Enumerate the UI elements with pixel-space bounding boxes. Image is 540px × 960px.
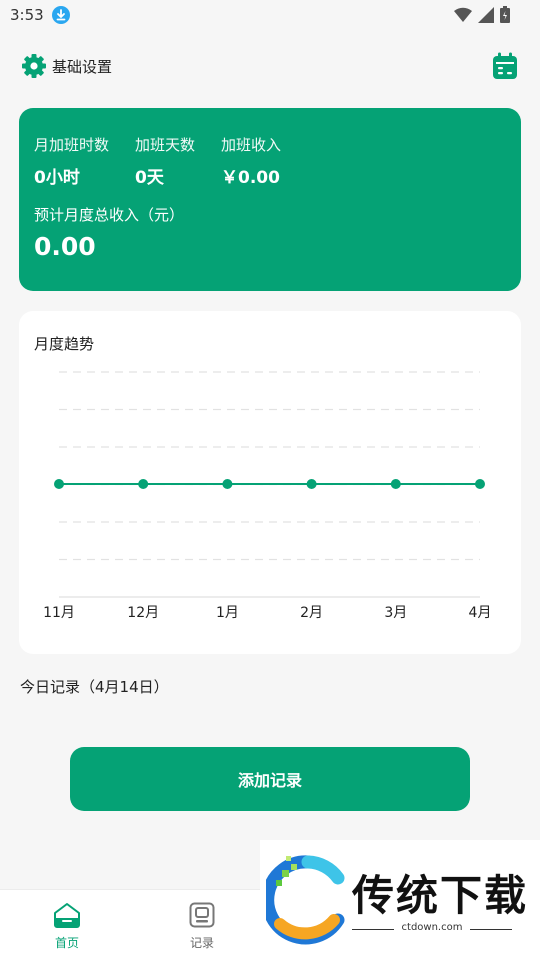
signal-icon — [478, 6, 494, 23]
monthly-total-value: 0.00 — [34, 232, 96, 261]
overtime-hours-label: 月加班时数 — [34, 136, 110, 154]
download-notification-icon — [51, 6, 70, 24]
nav-item-home[interactable]: 首页 — [37, 902, 97, 951]
gear-icon — [22, 54, 46, 78]
monthly-total-label: 预计月度总收入（元） — [34, 206, 185, 224]
chart-x-tick-label: 4月 — [469, 605, 492, 621]
record-icon — [189, 902, 215, 928]
overtime-days-value: 0天 — [135, 168, 164, 188]
watermark-text: 传统下载 — [352, 871, 529, 920]
overtime-days-stat: 加班天数 0天 — [135, 134, 195, 188]
overtime-income-stat: 加班收入 ￥0.00 — [221, 134, 281, 188]
status-time: 3:53 — [10, 6, 44, 24]
chart-point — [222, 479, 233, 489]
overtime-hours-value: 0小时 — [34, 168, 80, 188]
chart-x-tick-label: 12月 — [127, 605, 159, 621]
calendar-icon — [493, 52, 517, 79]
watermark-overlay: 传统下载 ctdown.com — [260, 840, 540, 960]
nav-item-records[interactable]: 记录 — [172, 902, 232, 951]
overtime-summary-card: 月加班时数 0小时 加班天数 0天 加班收入 ￥0.00 预计月度总收入（元） … — [19, 108, 521, 291]
overtime-income-label: 加班收入 — [221, 136, 282, 154]
overtime-income-value: ￥0.00 — [221, 168, 280, 188]
status-bar: 3:53 — [0, 0, 540, 30]
nav-label-records: 记录 — [189, 936, 214, 950]
chart-x-tick-label: 1月 — [216, 605, 239, 621]
chart-point — [306, 479, 317, 489]
add-record-button[interactable]: 添加记录 — [70, 747, 470, 811]
chart-point — [390, 479, 401, 489]
monthly-trend-card: 月度趋势 11月 12月 1月 2月 3月 4月 — [19, 311, 521, 654]
monthly-trend-chart: 11月 12月 1月 2月 3月 4月 — [43, 371, 492, 621]
chart-point — [54, 479, 64, 489]
watermark-url: ctdown.com — [401, 922, 463, 933]
chart-point — [475, 479, 485, 489]
nav-label-home: 首页 — [54, 936, 79, 950]
settings-label: 基础设置 — [52, 57, 113, 76]
calendar-button[interactable] — [492, 52, 518, 80]
battery-icon — [500, 6, 510, 23]
overtime-hours-stat: 月加班时数 0小时 — [34, 134, 109, 188]
status-icons — [454, 6, 510, 23]
wifi-icon — [454, 7, 472, 22]
today-record-title: 今日记录（4月14日） — [20, 678, 169, 696]
home-icon — [54, 903, 80, 928]
basic-settings-button[interactable]: 基础设置 — [20, 52, 112, 80]
overtime-days-label: 加班天数 — [135, 136, 196, 154]
chart-x-tick-label: 11月 — [43, 605, 75, 621]
chart-x-tick-label: 3月 — [384, 605, 407, 621]
chart-x-tick-label: 2月 — [300, 605, 323, 621]
watermark-logo — [266, 855, 345, 945]
chart-point — [138, 479, 149, 489]
